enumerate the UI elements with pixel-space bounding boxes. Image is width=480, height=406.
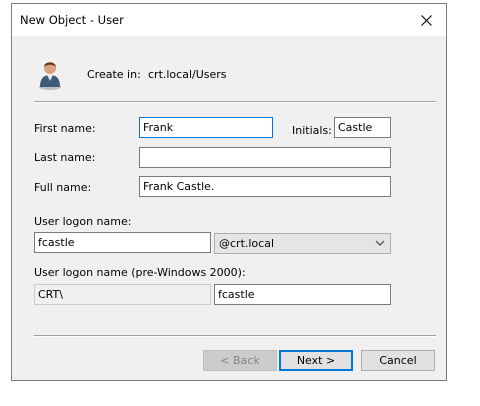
create-in-value: crt.local/Users bbox=[148, 68, 227, 81]
back-button[interactable]: < Back bbox=[203, 350, 277, 371]
last-name-label: Last name: bbox=[34, 151, 96, 164]
pre2000-domain-field: CRT\ bbox=[34, 284, 211, 305]
first-name-field[interactable]: Frank bbox=[139, 117, 273, 138]
logon-name-field[interactable]: fcastle bbox=[34, 232, 211, 253]
domain-dropdown-value: @crt.local bbox=[219, 237, 275, 250]
chevron-down-icon bbox=[375, 240, 385, 246]
domain-dropdown[interactable]: @crt.local bbox=[214, 233, 391, 254]
title-bar: New Object - User bbox=[12, 4, 446, 36]
full-name-label: Full name: bbox=[34, 181, 92, 194]
window-title: New Object - User bbox=[20, 13, 124, 27]
close-button[interactable] bbox=[406, 4, 446, 36]
close-icon bbox=[420, 14, 432, 26]
pre2000-label: User logon name (pre-Windows 2000): bbox=[34, 266, 246, 279]
logon-name-label: User logon name: bbox=[34, 215, 132, 228]
initials-field[interactable]: Castle bbox=[334, 117, 391, 138]
last-name-field[interactable] bbox=[139, 147, 391, 168]
separator-bottom bbox=[34, 335, 436, 337]
first-name-label: First name: bbox=[34, 122, 96, 135]
initials-label: Initials: bbox=[292, 124, 332, 137]
full-name-field[interactable]: Frank Castle. bbox=[139, 176, 391, 197]
cancel-button[interactable]: Cancel bbox=[361, 350, 435, 371]
new-object-user-dialog: New Object - User Create in: crt.local/U… bbox=[11, 3, 447, 381]
user-icon bbox=[39, 62, 61, 90]
create-in-label: Create in: bbox=[87, 68, 141, 81]
pre2000-name-field[interactable]: fcastle bbox=[214, 284, 391, 305]
next-button[interactable]: Next > bbox=[279, 350, 353, 371]
separator-top bbox=[34, 101, 436, 103]
